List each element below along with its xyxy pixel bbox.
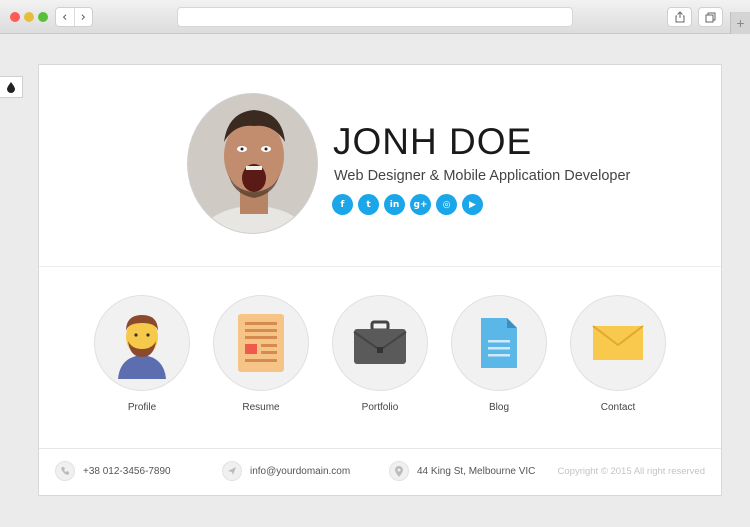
contact-footer: +38 012-3456-7890 info@yourdomain.com 44…: [39, 448, 721, 495]
dribbble-icon[interactable]: ◎: [436, 194, 457, 215]
envelope-icon: [592, 325, 644, 360]
nav-label-blog: Blog: [488, 402, 509, 413]
portfolio-circle[interactable]: [332, 295, 428, 391]
address-bar[interactable]: [177, 7, 573, 27]
nav-item-profile[interactable]: Profile: [94, 295, 190, 413]
profile-header: JONH DOE Web Designer & Mobile Applicati…: [39, 65, 721, 267]
zoom-window-button[interactable]: [38, 12, 48, 22]
browser-toolbar: ‹ › +: [0, 0, 750, 34]
twitter-icon[interactable]: t: [358, 194, 379, 215]
tabs-overview-button[interactable]: [698, 7, 723, 27]
tabs-icon: [705, 12, 716, 22]
resume-circle[interactable]: [213, 295, 309, 391]
close-window-button[interactable]: [10, 12, 20, 22]
document-icon: [238, 314, 284, 372]
blog-circle[interactable]: [451, 295, 547, 391]
share-icon: [675, 11, 684, 23]
nav-item-resume[interactable]: Resume: [213, 295, 309, 413]
share-button[interactable]: [667, 7, 692, 27]
nav-label-portfolio: Portfolio: [361, 402, 399, 413]
briefcase-icon: [353, 320, 407, 364]
back-button[interactable]: ‹: [56, 8, 74, 26]
google-plus-icon[interactable]: g+: [410, 194, 431, 215]
facebook-icon[interactable]: f: [332, 194, 353, 215]
phone-icon: [55, 461, 75, 481]
minimize-window-button[interactable]: [24, 12, 34, 22]
map-pin-icon: [389, 461, 409, 481]
droplet-icon: [7, 81, 15, 93]
nav-item-blog[interactable]: Blog: [451, 295, 547, 413]
linkedin-icon[interactable]: in: [384, 194, 405, 215]
main-navigation: Profile Resume Portfolio Blog Contact: [39, 295, 721, 425]
profile-name: JONH DOE: [333, 121, 533, 162]
profile-circle[interactable]: [94, 295, 190, 391]
vcard-container: JONH DOE Web Designer & Mobile Applicati…: [38, 64, 722, 496]
profile-title: Web Designer & Mobile Application Develo…: [334, 168, 631, 184]
social-links: f t in g+ ◎ ▶: [332, 194, 483, 215]
email-info: info@yourdomain.com: [222, 461, 350, 481]
email-address[interactable]: info@yourdomain.com: [250, 466, 350, 477]
nav-label-resume: Resume: [242, 402, 280, 413]
nav-item-contact[interactable]: Contact: [570, 295, 666, 413]
navigation-buttons: ‹ ›: [55, 7, 93, 27]
nav-label-contact: Contact: [600, 402, 636, 413]
youtube-icon[interactable]: ▶: [462, 194, 483, 215]
color-switcher-toggle[interactable]: [0, 76, 23, 98]
paper-plane-icon: [222, 461, 242, 481]
nav-label-profile: Profile: [127, 402, 157, 413]
file-icon: [481, 318, 517, 368]
copyright-notice: Copyright © 2015 All right reserved: [557, 466, 705, 477]
street-address: 44 King St, Melbourne VIC: [417, 465, 536, 477]
contact-circle[interactable]: [570, 295, 666, 391]
phone-info: +38 012-3456-7890: [55, 461, 171, 481]
new-tab-button[interactable]: +: [730, 12, 750, 34]
address-info: 44 King St, Melbourne VIC: [389, 461, 535, 481]
person-avatar-icon: [118, 315, 166, 379]
nav-item-portfolio[interactable]: Portfolio: [332, 295, 428, 413]
profile-photo: [187, 93, 318, 234]
forward-button[interactable]: ›: [73, 8, 93, 26]
phone-number: +38 012-3456-7890: [83, 465, 171, 477]
